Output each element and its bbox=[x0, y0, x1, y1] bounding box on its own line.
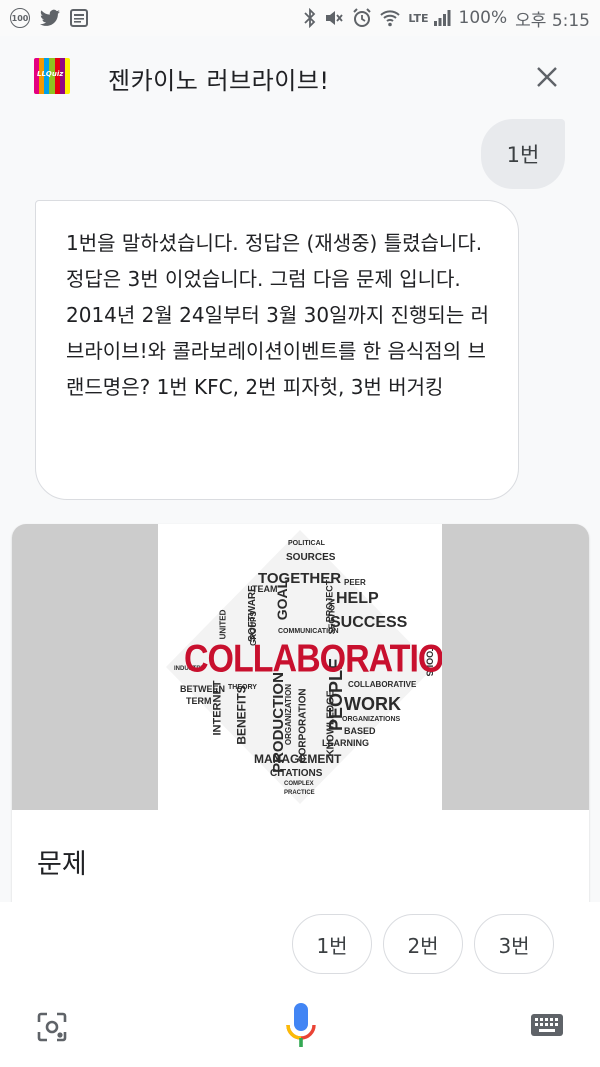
network-type: LTE bbox=[408, 11, 429, 25]
mic-icon bbox=[286, 1003, 316, 1047]
assistant-message-bubble: 1번을 말하셨습니다. 정답은 (재생중) 틀렸습니다. 정답은 3번 이었습니… bbox=[35, 200, 519, 500]
word-cloud-word: ORGANIZATION bbox=[284, 683, 294, 746]
word-cloud-word: PRACTICE bbox=[284, 790, 315, 796]
status-bar: 100 LTE 100% 오후 5:15 bbox=[0, 0, 600, 36]
suggestion-chip-3[interactable]: 3번 bbox=[474, 914, 554, 974]
bluetooth-icon bbox=[304, 8, 316, 28]
word-cloud-word: PEER bbox=[344, 578, 366, 587]
close-icon bbox=[537, 67, 557, 87]
suggestion-chip-label: 3번 bbox=[498, 933, 530, 958]
lens-icon bbox=[37, 1012, 67, 1042]
clock-text: 오후 5:15 bbox=[515, 10, 590, 31]
app-header: LLQuiz 젠카이노 러브라이브! bbox=[0, 36, 600, 118]
logo-text: LLQuiz bbox=[37, 70, 64, 78]
word-cloud-word: CITATIONS bbox=[270, 768, 323, 779]
word-cloud-word: WORK bbox=[344, 694, 401, 714]
status-right: LTE 100% 오후 5:15 bbox=[304, 6, 590, 31]
word-cloud-main-word: COLLABORATION bbox=[184, 637, 442, 681]
close-button[interactable] bbox=[530, 60, 564, 94]
suggestion-chip-1[interactable]: 1번 bbox=[292, 914, 372, 974]
word-cloud-word: ORGANIZATIONS bbox=[342, 716, 401, 723]
signal-icon bbox=[433, 10, 451, 26]
battery-text: 100% bbox=[458, 8, 508, 28]
word-cloud-word: TEAM bbox=[252, 584, 278, 594]
suggestion-chip-2[interactable]: 2번 bbox=[383, 914, 463, 974]
word-cloud-word: SECTION bbox=[327, 598, 337, 635]
keyboard-button[interactable] bbox=[530, 1012, 564, 1040]
user-message-bubble: 1번 bbox=[481, 119, 565, 189]
badge-100-icon: 100 bbox=[10, 8, 30, 28]
twitter-icon bbox=[40, 9, 60, 26]
word-cloud-word: HELP bbox=[336, 590, 379, 607]
word-cloud-word: BASED bbox=[344, 726, 376, 736]
word-cloud-word: TERM bbox=[186, 696, 212, 706]
word-cloud-word: SOURCES bbox=[286, 552, 336, 563]
suggestion-chip-label: 1번 bbox=[316, 933, 348, 958]
word-cloud-word: COMPLEX bbox=[284, 781, 314, 787]
mic-button[interactable] bbox=[283, 1001, 319, 1051]
keyboard-icon bbox=[531, 1014, 563, 1036]
question-card[interactable]: POLITICAL SOURCES TOGETHER HELP GOAL SUC… bbox=[12, 524, 589, 924]
app-logo: LLQuiz bbox=[34, 58, 70, 94]
user-message-text: 1번 bbox=[506, 143, 540, 167]
app-title: 젠카이노 러브라이브! bbox=[108, 67, 330, 95]
word-cloud-word: INTERNET bbox=[211, 680, 224, 736]
news-icon bbox=[70, 9, 88, 27]
wifi-icon bbox=[380, 10, 401, 27]
status-left: 100 bbox=[10, 8, 88, 28]
alarm-icon bbox=[353, 8, 372, 27]
word-cloud-word: POLITICAL bbox=[288, 540, 325, 547]
suggestion-chip-label: 2번 bbox=[407, 933, 439, 958]
word-cloud-word: UNITED bbox=[218, 609, 228, 640]
collaboration-word-cloud-image: POLITICAL SOURCES TOGETHER HELP GOAL SUC… bbox=[158, 524, 442, 810]
word-cloud-word: BENEFITS bbox=[234, 685, 249, 745]
mute-icon bbox=[326, 11, 344, 25]
word-cloud-word: LEARNING bbox=[322, 738, 369, 748]
word-cloud-word: MANAGEMENT bbox=[254, 752, 342, 766]
assistant-message-text: 1번을 말하셨습니다. 정답은 (재생중) 틀렸습니다. 정답은 3번 이었습니… bbox=[66, 231, 489, 399]
word-cloud-word: SUCCESS bbox=[330, 614, 408, 631]
lens-button[interactable] bbox=[36, 1011, 68, 1043]
card-title: 문제 bbox=[37, 849, 87, 880]
